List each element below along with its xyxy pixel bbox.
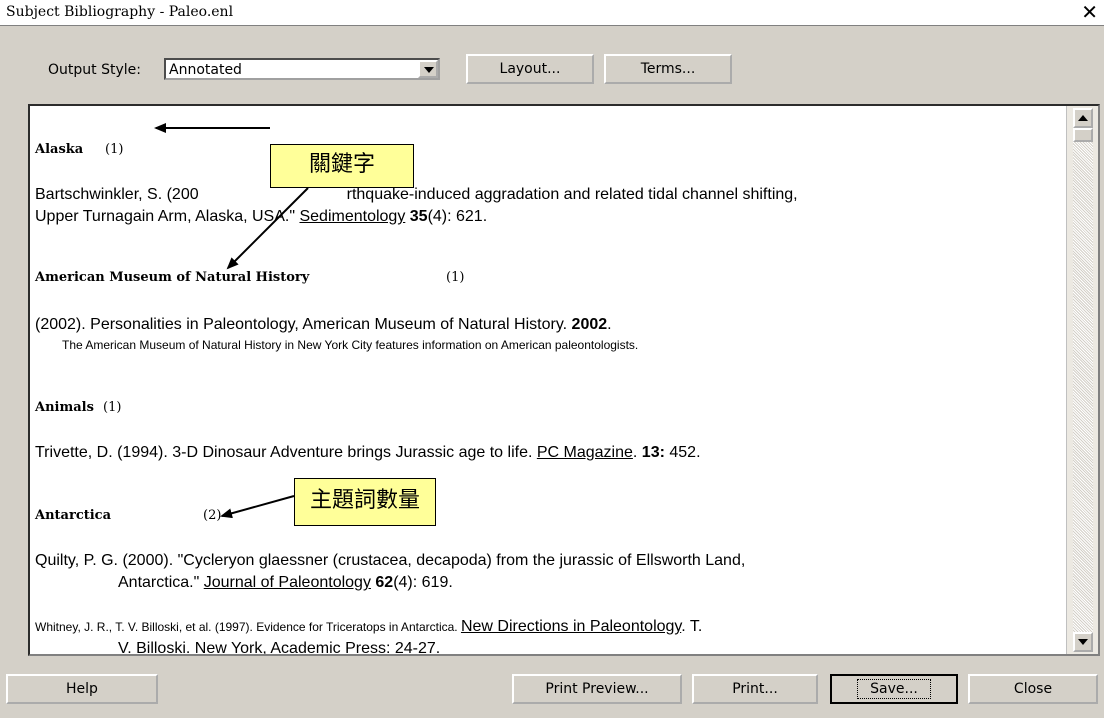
print-preview-button[interactable]: Print Preview... bbox=[512, 674, 682, 704]
keyword-callout: 關鍵字 bbox=[270, 144, 414, 188]
annotation-note: The American Museum of Natural History i… bbox=[62, 338, 639, 352]
close-button[interactable]: Close bbox=[968, 674, 1098, 704]
window-title: Subject Bibliography - Paleo.enl bbox=[6, 4, 234, 20]
layout-button[interactable]: Layout... bbox=[466, 54, 594, 84]
output-style-label: Output Style: bbox=[48, 62, 141, 78]
reference-line: Bartschwinkler, S. (200 rthquake-induced … bbox=[35, 186, 798, 203]
help-button[interactable]: Help bbox=[6, 674, 158, 704]
reference-line: (2002). Personalities in Paleontology, A… bbox=[35, 316, 612, 333]
reference-line: Quilty, P. G. (2000). "Cycleryon glaessn… bbox=[35, 552, 746, 569]
close-icon[interactable]: ✕ bbox=[1081, 1, 1098, 23]
reference-line: Trivette, D. (1994). 3-D Dinosaur Advent… bbox=[35, 444, 701, 461]
keyword-heading: Animals bbox=[35, 400, 94, 415]
chevron-down-icon[interactable] bbox=[418, 60, 438, 78]
reference-line: Upper Turnagain Arm, Alaska, USA." Sedim… bbox=[35, 208, 488, 225]
keyword-heading: Antarctica bbox=[35, 508, 112, 523]
output-style-value: Annotated bbox=[169, 62, 242, 78]
keyword-count: (1) bbox=[446, 270, 465, 285]
scroll-up-icon[interactable] bbox=[1073, 108, 1093, 128]
vertical-scrollbar[interactable] bbox=[1066, 106, 1098, 654]
keyword-count: (1) bbox=[105, 142, 124, 157]
output-style-select[interactable]: Annotated bbox=[164, 58, 440, 80]
scroll-down-icon[interactable] bbox=[1073, 632, 1093, 652]
keyword-count: (1) bbox=[103, 400, 122, 415]
keyword-heading: Alaska bbox=[35, 142, 84, 157]
journal-title: New Directions in Paleontology bbox=[460, 618, 682, 635]
journal-title: Journal of Paleontology bbox=[203, 574, 371, 591]
subject-count-callout: 主題詞數量 bbox=[294, 478, 436, 526]
title-bar: Subject Bibliography - Paleo.enl ✕ bbox=[0, 0, 1104, 26]
keyword-heading: American Museum of Natural History bbox=[35, 270, 310, 285]
bibliography-content: Alaska (1) Bartschwinkler, S. (200 rthqua… bbox=[30, 106, 1068, 654]
reference-line: Whitney, J. R., T. V. Billoski, et al. (… bbox=[35, 618, 703, 635]
scroll-thumb[interactable] bbox=[1073, 128, 1093, 142]
reference-line: Antarctica." Journal of Paleontology 62(… bbox=[118, 574, 453, 591]
terms-button[interactable]: Terms... bbox=[604, 54, 732, 84]
subject-bibliography-dialog: Subject Bibliography - Paleo.enl ✕ Outpu… bbox=[0, 0, 1104, 718]
bibliography-pane[interactable]: Alaska (1) Bartschwinkler, S. (200 rthqua… bbox=[28, 104, 1100, 656]
print-button[interactable]: Print... bbox=[692, 674, 818, 704]
save-button[interactable]: Save... bbox=[830, 674, 958, 704]
keyword-count: (2) bbox=[203, 508, 222, 523]
scroll-track[interactable] bbox=[1073, 142, 1093, 632]
reference-line: V. Billoski. New York, Academic Press: 2… bbox=[118, 640, 441, 654]
journal-title: PC Magazine bbox=[536, 444, 633, 461]
journal-title: Sedimentology bbox=[299, 208, 406, 225]
